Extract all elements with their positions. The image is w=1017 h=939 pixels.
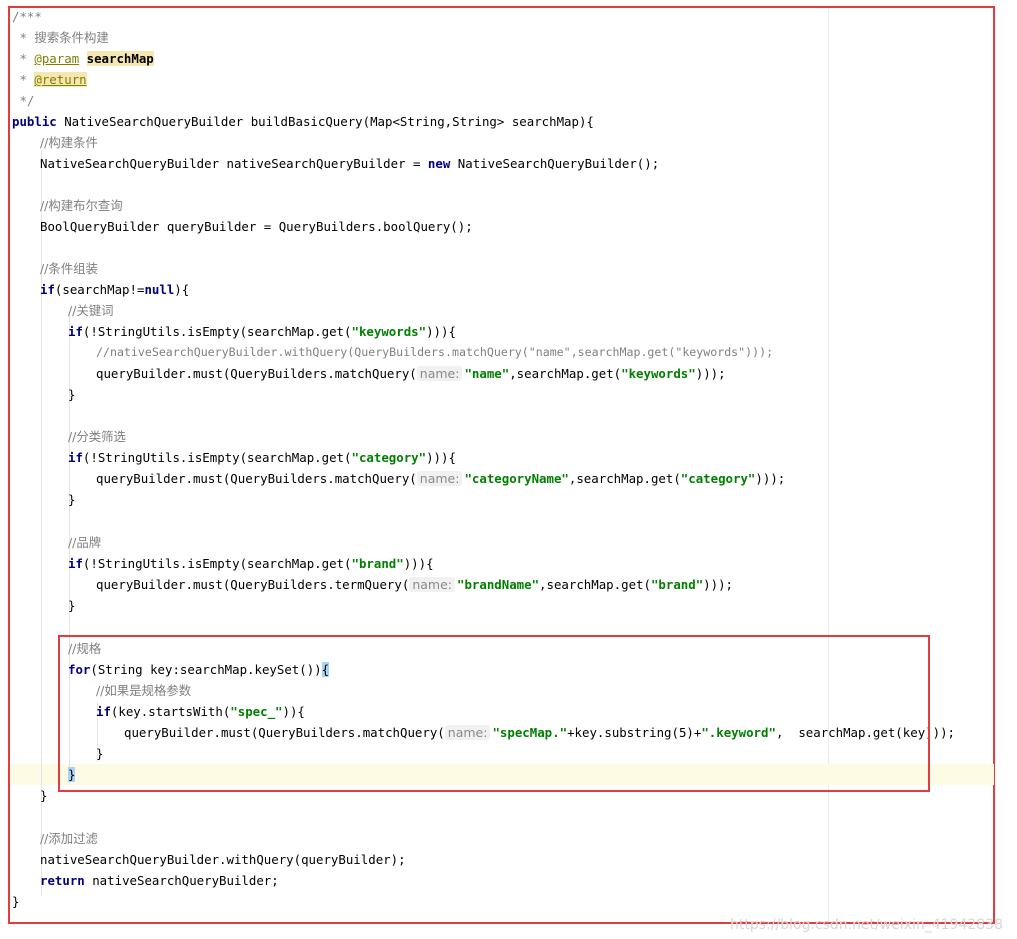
code-line: if(searchMap!=null){ [40,282,190,297]
code-line: //添加过滤 [40,831,98,846]
code-line: queryBuilder.must(QueryBuilders.matchQue… [96,471,786,486]
watermark: https://blog.csdn.net/weixin_41942838 [729,917,1003,933]
code-line: if(!StringUtils.isEmpty(searchMap.get("c… [68,450,456,465]
code-line: } [40,788,48,803]
code-line: * @return [12,72,87,87]
code-line: //条件组装 [40,261,98,276]
code-line: //构建条件 [40,135,98,150]
code-line: * @param searchMap [12,51,154,66]
code-line: } [68,387,76,402]
code-line: } [12,894,20,909]
code-line: /*** [12,9,42,24]
code-line: queryBuilder.must(QueryBuilders.termQuer… [96,577,734,592]
code-line: //构建布尔查询 [40,198,123,213]
spec-loop-highlight-box [58,635,930,792]
parameter-hint: name: [416,366,463,381]
code-line: NativeSearchQueryBuilder nativeSearchQue… [40,156,660,171]
parameter-hint: name: [416,471,463,486]
code-line: if(!StringUtils.isEmpty(searchMap.get("b… [68,556,434,571]
code-line: //品牌 [68,535,102,550]
code-line: //分类筛选 [68,429,126,444]
code-line: return nativeSearchQueryBuilder; [40,873,279,888]
code-line: } [68,492,76,507]
code-line: if(!StringUtils.isEmpty(searchMap.get("k… [68,324,456,339]
code-line: * 搜索条件构建 [12,30,109,45]
code-line: queryBuilder.must(QueryBuilders.matchQue… [96,366,726,381]
code-line: nativeSearchQueryBuilder.withQuery(query… [40,852,406,867]
code-line: //nativeSearchQueryBuilder.withQuery(Que… [96,345,774,359]
code-line: BoolQueryBuilder queryBuilder = QueryBui… [40,219,473,234]
code-line: } [68,598,76,613]
code-line: public NativeSearchQueryBuilder buildBas… [12,114,594,129]
code-line: */ [12,93,35,108]
parameter-hint: name: [409,577,455,592]
code-line: //关键词 [68,303,114,318]
